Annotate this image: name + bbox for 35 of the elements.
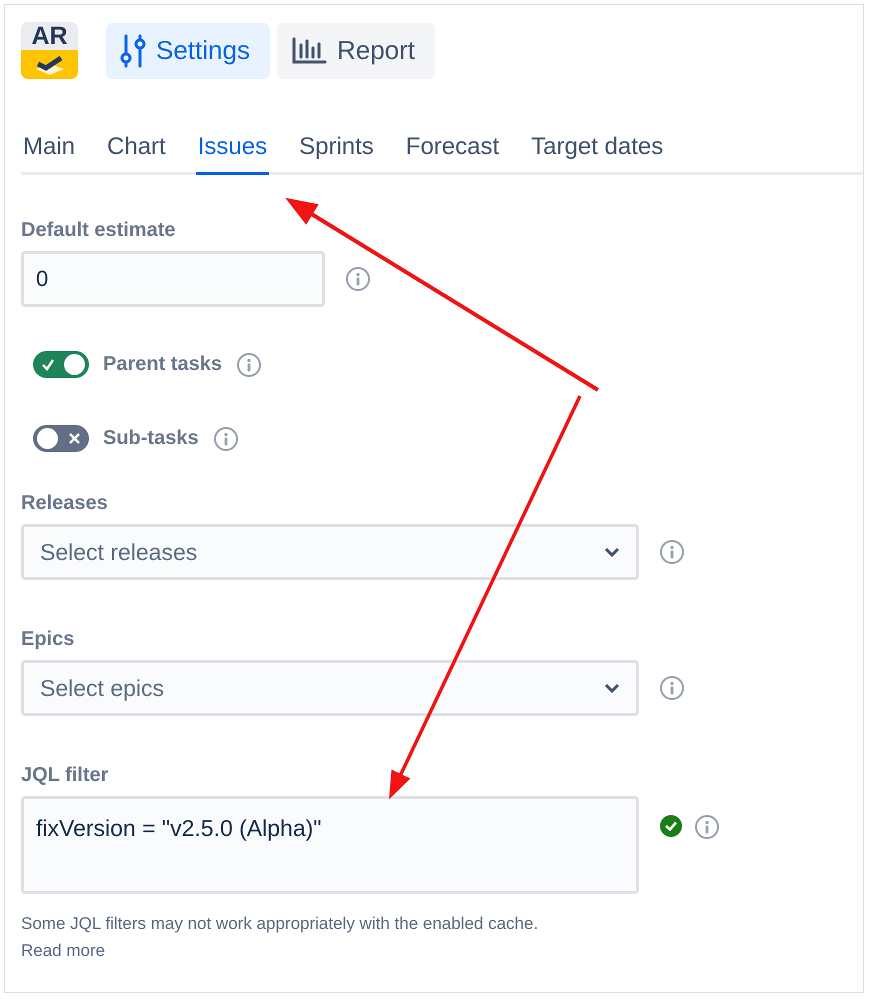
help-text: Some JQL filters may not work appropriately with the enabled cache. [21, 913, 540, 935]
info-icon[interactable] [659, 675, 685, 701]
check-icon [41, 358, 55, 371]
info-icon[interactable] [345, 266, 371, 292]
toggle-label: Parent tasks [103, 353, 222, 376]
field-label: Default estimate [21, 219, 176, 242]
tab[interactable]: Target dates [529, 129, 666, 175]
info-icon[interactable] [236, 352, 262, 378]
bar-chart-icon [290, 36, 327, 64]
settings-button[interactable]: Settings [106, 22, 270, 78]
sliders-icon [120, 34, 146, 68]
info-icon[interactable] [212, 426, 239, 452]
field-label: Releases [21, 492, 109, 515]
chevron-down-icon [604, 547, 620, 557]
toggle-switch[interactable] [33, 351, 89, 378]
select-field[interactable]: Select releases [21, 524, 639, 580]
tab[interactable]: Main [21, 129, 78, 175]
input-field[interactable]: 0 [21, 251, 325, 307]
tab[interactable]: Chart [105, 129, 168, 175]
toggle-switch[interactable] [33, 425, 89, 452]
select-field[interactable]: Select epics [21, 660, 639, 716]
logo-text: AR [21, 22, 78, 50]
tab[interactable]: Sprints [297, 129, 376, 175]
info-icon[interactable] [659, 539, 685, 565]
read-more-link[interactable]: Read more [21, 937, 106, 964]
info-icon[interactable] [694, 814, 720, 840]
field-label: JQL filter [21, 764, 110, 787]
tab[interactable]: Forecast [404, 129, 502, 175]
cross-icon [69, 433, 80, 444]
report-button[interactable]: Report [276, 22, 435, 78]
text-area[interactable]: fixVersion = "v2.5.0 (Alpha)" [21, 796, 639, 894]
chevron-down-icon [604, 683, 620, 693]
tab[interactable]: Issues [196, 129, 270, 175]
field-label: Epics [21, 628, 76, 651]
toggle-label: Sub-tasks [103, 427, 199, 450]
